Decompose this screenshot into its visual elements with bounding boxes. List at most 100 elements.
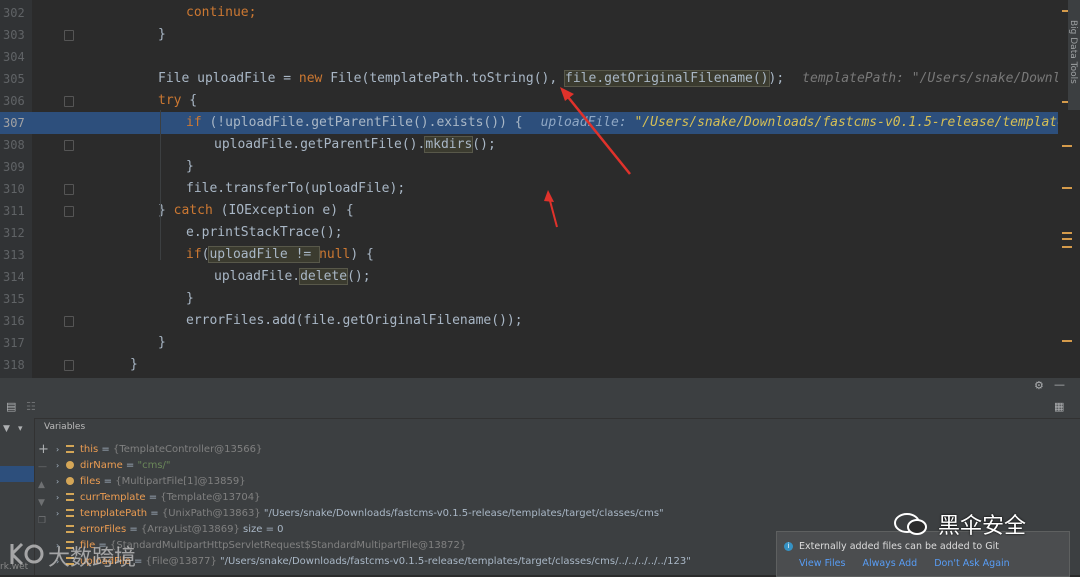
stripe-mark[interactable] <box>1062 232 1072 234</box>
variable-row[interactable]: › uploadFile = {File@13877} "/Users/snake… <box>56 554 776 570</box>
code-line[interactable]: 317} <box>0 332 1068 354</box>
line-number[interactable]: 313 <box>0 244 33 266</box>
fold-marker-icon[interactable] <box>64 140 74 151</box>
code-line[interactable]: 304 <box>0 46 1068 68</box>
code-line[interactable]: 318} <box>0 354 1068 376</box>
variables-title: Variables <box>44 422 86 432</box>
stripe-mark[interactable] <box>1062 246 1072 248</box>
code-token: (!uploadFile.getParentFile().exists()) { <box>201 115 523 130</box>
notification-message: Externally added files can be added to G… <box>799 541 999 552</box>
code-text: } <box>158 332 166 354</box>
line-number[interactable]: 306 <box>0 90 33 112</box>
code-line[interactable]: 314 uploadFile.delete(); <box>0 266 1068 288</box>
minimize-icon[interactable]: — <box>1054 378 1065 391</box>
variable-type: {File@13877} <box>145 556 220 567</box>
variable-row[interactable]: › dirName = "cms/" <box>56 458 776 474</box>
dont-ask-again-link[interactable]: Don't Ask Again <box>934 558 1010 569</box>
line-number[interactable]: 316 <box>0 310 33 332</box>
variable-row[interactable]: › templatePath = {UnixPath@13863} "/Users… <box>56 506 776 522</box>
stripe-mark[interactable] <box>1062 145 1072 147</box>
move-down-icon[interactable]: ▼ <box>38 498 45 508</box>
variable-type: {TemplateController@13566} <box>113 444 263 455</box>
add-watch-icon[interactable]: + <box>38 442 49 457</box>
code-line[interactable]: 305 File uploadFile = new File(templatePa… <box>0 68 1080 90</box>
variable-value: "/Users/snake/Downloads/fastcms-v0.1.5-r… <box>220 556 691 567</box>
code-token: } <box>158 335 166 350</box>
equals-sign: = <box>100 476 116 487</box>
stripe-mark[interactable] <box>1062 238 1072 240</box>
arrow-head <box>544 190 554 202</box>
code-text: } <box>186 288 194 310</box>
code-text: } <box>130 354 138 376</box>
line-number[interactable]: 307 <box>0 112 33 134</box>
code-line[interactable]: 306 try { <box>0 90 1068 112</box>
line-number[interactable]: 305 <box>0 68 33 90</box>
small-watermark: rk.wet <box>0 562 29 572</box>
move-up-icon[interactable]: ▲ <box>38 480 45 490</box>
field-icon <box>66 525 74 533</box>
variable-row[interactable]: › currTemplate = {Template@13704} <box>56 490 776 506</box>
line-number[interactable]: 311 <box>0 200 33 222</box>
fold-marker-icon[interactable] <box>64 206 74 217</box>
fold-marker-icon[interactable] <box>64 30 74 41</box>
variable-row[interactable]: › files = {MultipartFile[1]@13859} <box>56 474 776 490</box>
code-editor[interactable]: 302 continue; 303} 304 305 File uploadFile = … <box>0 0 1080 378</box>
code-line[interactable]: 302 continue; <box>0 2 1068 24</box>
code-line[interactable]: 316 errorFiles.add(file.getOriginalFilena… <box>0 310 1068 332</box>
line-number[interactable]: 302 <box>0 2 33 24</box>
filter-icon[interactable]: ▼ <box>3 424 10 434</box>
line-number[interactable]: 310 <box>0 178 33 200</box>
expand-chevron-icon[interactable]: › <box>56 442 66 458</box>
code-line[interactable]: 315} <box>0 288 1068 310</box>
line-number[interactable]: 318 <box>0 354 33 376</box>
variable-name: files <box>80 476 101 487</box>
code-token: continue; <box>186 5 257 20</box>
variable-row[interactable]: › this = {TemplateController@13566} <box>56 442 776 458</box>
variable-value: "cms/" <box>137 460 171 471</box>
expand-chevron-icon[interactable]: › <box>56 506 66 522</box>
stripe-mark[interactable] <box>1062 340 1072 342</box>
expand-chevron-icon[interactable]: › <box>56 490 66 506</box>
variable-type: {UnixPath@13863} <box>161 508 264 519</box>
variable-type: {ArrayList@13869} <box>140 524 244 535</box>
line-number[interactable]: 317 <box>0 332 33 354</box>
code-token: } <box>186 291 194 306</box>
expand-chevron-icon[interactable]: › <box>56 474 66 490</box>
expand-chevron-icon[interactable]: › <box>56 458 66 474</box>
stripe-mark[interactable] <box>1062 187 1072 189</box>
selected-frame[interactable] <box>0 466 34 482</box>
fold-marker-icon[interactable] <box>64 360 74 371</box>
line-number[interactable]: 315 <box>0 288 33 310</box>
line-number[interactable]: 314 <box>0 266 33 288</box>
line-number[interactable]: 304 <box>0 46 33 68</box>
list-icon[interactable]: ☷ <box>26 400 36 413</box>
view-files-link[interactable]: View Files <box>799 558 845 569</box>
variable-row[interactable]: › file = {StandardMultipartHttpServletReq… <box>56 538 776 554</box>
info-icon: i <box>784 542 793 551</box>
table-icon[interactable]: ▤ <box>6 400 16 413</box>
chevron-down-icon[interactable]: ▾ <box>18 424 23 434</box>
debug-header: ⚙ — <box>0 378 1080 397</box>
field-icon <box>66 445 74 453</box>
fold-marker-icon[interactable] <box>64 184 74 195</box>
code-token: uploadFile.getParentFile(). <box>214 137 426 152</box>
fold-marker-icon[interactable] <box>64 96 74 107</box>
code-token: } <box>186 159 194 174</box>
always-add-link[interactable]: Always Add <box>862 558 917 569</box>
variable-row[interactable]: errorFiles = {ArrayList@13869} size = 0 <box>56 522 776 538</box>
code-token: new <box>298 71 323 86</box>
duplicate-icon[interactable]: ❐ <box>38 516 46 526</box>
notification-actions: View Files Always Add Don't Ask Again <box>799 558 1024 569</box>
big-data-tools-tab[interactable]: Big Data Tools <box>1068 0 1080 110</box>
line-number[interactable]: 308 <box>0 134 33 156</box>
variable-type: {Template@13704} <box>160 492 261 503</box>
line-number[interactable]: 309 <box>0 156 33 178</box>
fold-marker-icon[interactable] <box>64 316 74 327</box>
line-number[interactable]: 312 <box>0 222 33 244</box>
remove-icon[interactable]: — <box>38 462 47 472</box>
code-token: File(templatePath.toString(), <box>322 71 566 86</box>
line-number[interactable]: 303 <box>0 24 33 46</box>
code-line[interactable]: 303} <box>0 24 1068 46</box>
gear-icon[interactable]: ⚙ <box>1034 379 1044 392</box>
layout-icon[interactable]: ▦ <box>1054 400 1064 413</box>
